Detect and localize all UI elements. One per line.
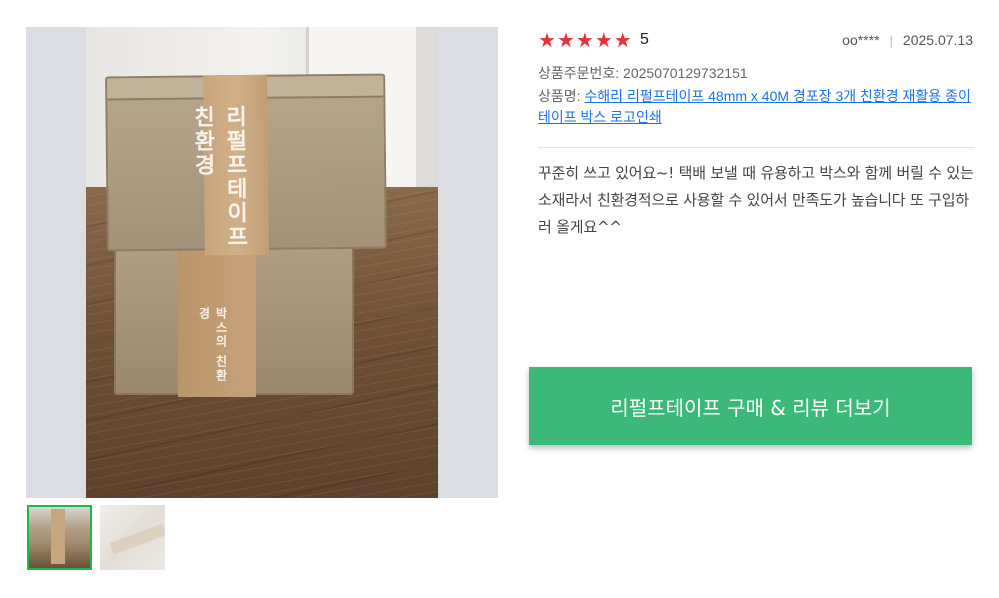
photo-box-top: 리펄프테이프 친환경 <box>105 73 387 256</box>
photo-tape-text-top: 리펄프테이프 친환경 <box>189 104 248 250</box>
review-date: 2025.07.13 <box>902 32 973 48</box>
order-number: 상품주문번호: 2025070129732151 <box>538 65 748 81</box>
star-icon: ★ <box>594 28 613 52</box>
thumbnail-2[interactable] <box>100 505 165 570</box>
review-body: 꾸준히 쓰고 있어요~! 택배 보낼 때 유용하고 박스와 함께 버릴 수 있는… <box>538 164 974 236</box>
product-label: 상품명: <box>538 88 585 104</box>
thumbnail-2-image <box>109 523 165 555</box>
photo-tape-top: 리펄프테이프 친환경 <box>189 74 269 256</box>
star-icon: ★ <box>613 28 632 52</box>
review-meta: oo**** | 2025.07.13 <box>842 32 973 48</box>
rating-stars: ★ ★ ★ ★ ★ <box>538 30 632 50</box>
photo-box-bottom: 박스의 친환경 <box>114 245 354 397</box>
star-icon: ★ <box>575 28 594 52</box>
review-author: oo**** <box>842 32 880 48</box>
meta-divider: | <box>889 32 893 48</box>
review-photo[interactable]: 박스의 친환경 리펄프테이프 친환경 <box>86 27 438 498</box>
star-icon: ★ <box>556 28 575 52</box>
photo-tape-bottom: 박스의 친환경 <box>178 247 256 397</box>
product-name-link[interactable]: 수해리 리펄프테이프 48mm x 40M 경포장 3개 친환경 재활용 종이테… <box>538 88 971 125</box>
buy-and-reviews-button[interactable]: 리펄프테이프 구매 & 리뷰 더보기 <box>529 367 972 445</box>
divider <box>538 147 975 148</box>
product-info: 상품명: 수해리 리펄프테이프 48mm x 40M 경포장 3개 친환경 재활… <box>538 86 978 128</box>
review-photo-frame[interactable]: 박스의 친환경 리펄프테이프 친환경 <box>26 27 498 498</box>
star-icon: ★ <box>538 28 556 52</box>
thumbnail-1[interactable] <box>27 505 92 570</box>
rating-score: 5 <box>640 31 649 48</box>
thumbnail-1-image <box>51 509 65 564</box>
photo-tape-text-bottom: 박스의 친환경 <box>197 307 228 384</box>
